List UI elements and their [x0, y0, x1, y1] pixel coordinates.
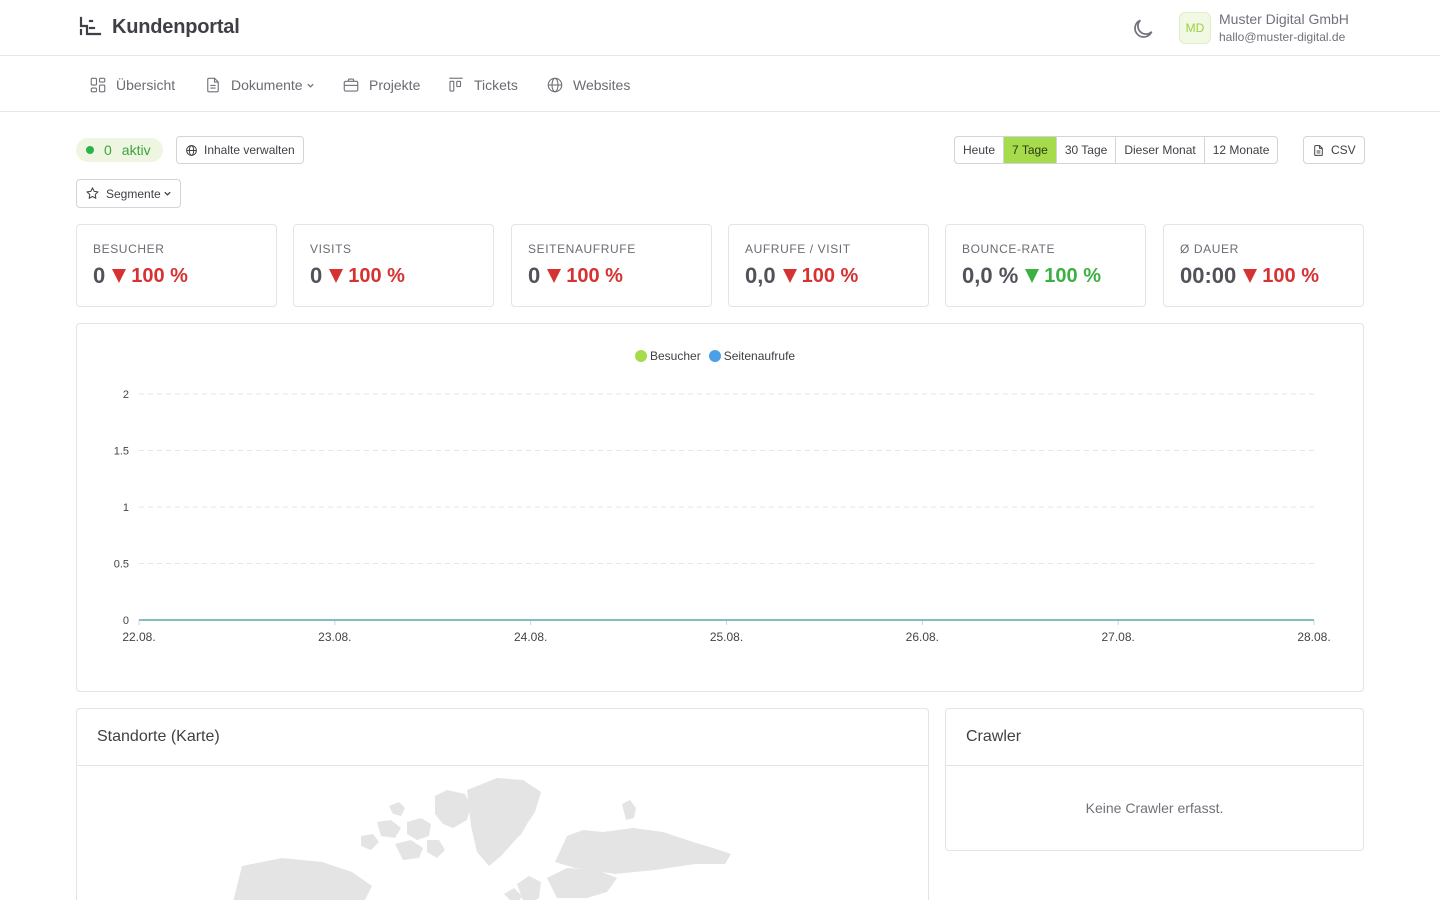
x-tick-label: 28.08. — [1297, 630, 1330, 644]
kpi-label: Seitenaufrufe — [528, 242, 636, 256]
user-email: hallo@muster-digital.de — [1219, 30, 1346, 44]
y-tick-label: 0 — [123, 615, 129, 627]
document-icon — [207, 77, 219, 93]
avatar[interactable]: MD — [1179, 12, 1211, 44]
kpi-change: 100 % — [131, 264, 188, 287]
x-tick-label: 22.08. — [122, 630, 155, 644]
dashboard-icon — [90, 77, 106, 93]
trend-down-icon — [1243, 269, 1258, 283]
kpi-label: Ø Dauer — [1180, 242, 1239, 256]
trend-down-icon — [1025, 269, 1040, 283]
trend-down-icon — [547, 269, 562, 283]
locations-map-card: Standorte (Karte) — [76, 708, 929, 900]
chevron-down-icon — [164, 191, 171, 196]
range-today-button[interactable]: Heute — [955, 137, 1003, 163]
top-header: Kundenportal MD Muster Digital GmbH hall… — [0, 0, 1440, 56]
chevron-down-icon — [306, 83, 314, 88]
kpi-card-besucher: Besucher 0 100 % — [76, 224, 277, 307]
kpi-value: 0,0 — [745, 263, 776, 288]
range-12-months-button[interactable]: 12 Monate — [1203, 137, 1278, 163]
kpi-value: 0,0 % — [962, 263, 1019, 288]
range-30-days-button[interactable]: 30 Tage — [1055, 137, 1116, 163]
star-icon — [86, 187, 99, 199]
live-dot — [86, 146, 94, 154]
y-tick-label: 0.5 — [114, 559, 129, 571]
kpi-label: Bounce-Rate — [962, 242, 1056, 256]
nav-label: Websites — [573, 77, 631, 93]
nav-label: Projekte — [369, 77, 421, 93]
csv-label: CSV — [1331, 143, 1356, 157]
nav-label: Dokumente — [231, 77, 303, 93]
y-tick-label: 1.5 — [114, 446, 129, 458]
kpi-value: 00:00 — [1180, 263, 1237, 288]
trend-down-icon — [112, 269, 127, 283]
range-7-days-button[interactable]: 7 Tage — [1003, 137, 1056, 163]
kpi-change: 100 % — [801, 264, 859, 287]
kpi-label: Besucher — [93, 242, 165, 256]
date-range-selector: Heute 7 Tage 30 Tage Dieser Monat 12 Mon… — [954, 136, 1279, 164]
x-tick-label: 24.08. — [514, 630, 547, 644]
active-visitors-badge: 0 aktiv — [76, 138, 163, 162]
crawler-card: Crawler Keine Crawler erfasst. — [945, 708, 1364, 851]
segments-label: Segmente — [106, 186, 161, 201]
kpi-change: 100 % — [566, 264, 623, 287]
world-map-landmass — [233, 778, 731, 900]
csv-export-button[interactable]: CSV — [1303, 136, 1365, 164]
kpi-change: 100 % — [348, 264, 405, 287]
globe-icon — [547, 77, 563, 93]
globe-icon — [186, 144, 197, 156]
kpi-change: 100 % — [1044, 264, 1101, 287]
main-nav: Übersicht Dokumente Projekte Tickets Web… — [0, 56, 1440, 112]
nav-item-projekte[interactable]: Projekte — [342, 74, 420, 96]
kpi-label: Visits — [310, 242, 352, 256]
nav-label: Übersicht — [116, 77, 176, 93]
active-count: 0 — [104, 142, 112, 158]
nav-item-uebersicht[interactable]: Übersicht — [89, 74, 175, 96]
nav-label: Tickets — [474, 77, 518, 93]
kpi-card-aufrufe-per-visit: Aufrufe / Visit 0,0 100 % — [728, 224, 929, 307]
traffic-chart-card: Besucher Seitenaufrufe 0 0.5 1 1.5 2 22.08. 23… — [76, 323, 1364, 692]
manage-content-button[interactable]: Inhalte verwalten — [176, 136, 304, 164]
kpi-value: 0 — [310, 263, 323, 288]
line-chart: 0 0.5 1 1.5 2 22.08. 23.08. 24.08. 25.08. 26.08. 2… — [114, 389, 1331, 644]
briefcase-icon — [343, 78, 359, 92]
range-this-month-button[interactable]: Dieser Monat — [1115, 137, 1203, 163]
kanban-icon — [449, 77, 463, 92]
kpi-card-bounce-rate: Bounce-Rate 0,0 % 100 % — [945, 224, 1146, 307]
locations-card-title: Standorte (Karte) — [77, 709, 928, 766]
kpi-value: 0 — [528, 263, 541, 288]
nav-item-dokumente[interactable]: Dokumente — [204, 74, 315, 96]
brand-title[interactable]: Kundenportal — [112, 16, 240, 39]
company-name[interactable]: Muster Digital GmbH — [1219, 11, 1349, 27]
y-tick-label: 2 — [123, 389, 129, 401]
logo-icon — [79, 16, 102, 36]
active-label: aktiv — [121, 142, 151, 158]
nav-item-websites[interactable]: Websites — [546, 74, 630, 96]
trend-down-icon — [782, 269, 797, 283]
crawler-card-title: Crawler — [946, 709, 1363, 766]
x-tick-label: 26.08. — [906, 630, 939, 644]
x-tick-label: 27.08. — [1101, 630, 1134, 644]
kpi-card-dauer: Ø Dauer 00:00 100 % — [1163, 224, 1364, 307]
segments-dropdown[interactable]: Segmente — [76, 179, 181, 208]
world-map[interactable] — [77, 766, 928, 900]
kpi-value: 0 — [93, 263, 106, 288]
nav-item-tickets[interactable]: Tickets — [447, 74, 518, 96]
x-tick-label: 23.08. — [318, 630, 351, 644]
kpi-card-seitenaufrufe: Seitenaufrufe 0 100 % — [511, 224, 712, 307]
kpi-change: 100 % — [1262, 264, 1319, 287]
moon-icon[interactable] — [1130, 16, 1156, 42]
y-tick-label: 1 — [123, 502, 129, 514]
file-icon — [1314, 144, 1323, 156]
x-tick-label: 25.08. — [710, 630, 743, 644]
crawler-empty-message: Keine Crawler erfasst. — [1085, 800, 1224, 816]
kpi-label: Aufrufe / Visit — [745, 242, 851, 256]
trend-down-icon — [329, 269, 344, 283]
kpi-card-visits: Visits 0 100 % — [293, 224, 494, 307]
manage-content-label: Inhalte verwalten — [204, 143, 295, 157]
